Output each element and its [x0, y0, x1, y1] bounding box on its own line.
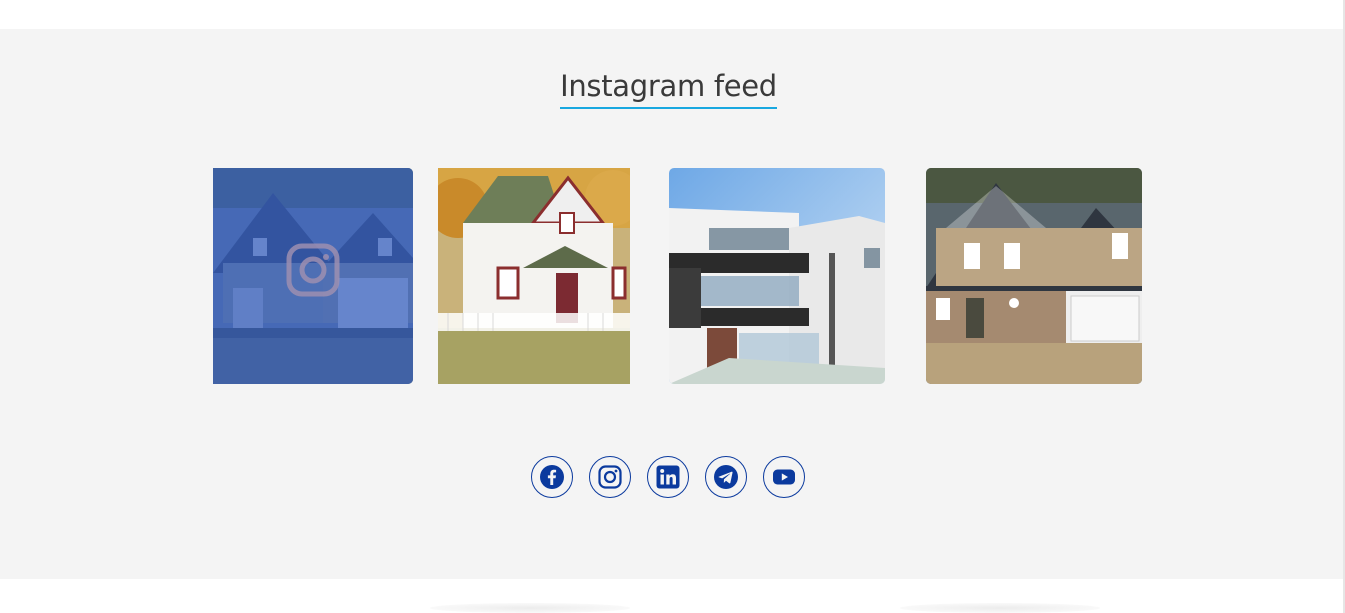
- instagram-feed-section: Instagram feed: [0, 29, 1343, 579]
- facebook-icon: [540, 465, 564, 489]
- house-photo-3: [669, 168, 885, 384]
- shadow-decoration: [900, 603, 1100, 613]
- instagram-post-2[interactable]: [438, 168, 630, 384]
- house-photo-2: [438, 168, 630, 384]
- telegram-icon: [714, 465, 738, 489]
- page: Instagram feed: [0, 0, 1345, 613]
- social-links: [531, 456, 805, 498]
- youtube-icon: [773, 469, 795, 485]
- instagram-post-1[interactable]: [213, 168, 413, 384]
- section-title-text: Instagram feed: [560, 69, 777, 109]
- shadow-decoration: [430, 603, 630, 613]
- instagram-icon: [286, 243, 340, 297]
- instagram-post-4[interactable]: [926, 168, 1142, 384]
- next-section-edge: [0, 579, 1343, 613]
- facebook-link[interactable]: [531, 456, 573, 498]
- section-title: Instagram feed: [0, 69, 1337, 109]
- linkedin-icon: [656, 465, 680, 489]
- telegram-link[interactable]: [705, 456, 747, 498]
- linkedin-link[interactable]: [647, 456, 689, 498]
- instagram-post-3[interactable]: [669, 168, 885, 384]
- youtube-link[interactable]: [763, 456, 805, 498]
- instagram-link[interactable]: [589, 456, 631, 498]
- instagram-icon: [598, 465, 622, 489]
- house-photo-4: [926, 168, 1142, 384]
